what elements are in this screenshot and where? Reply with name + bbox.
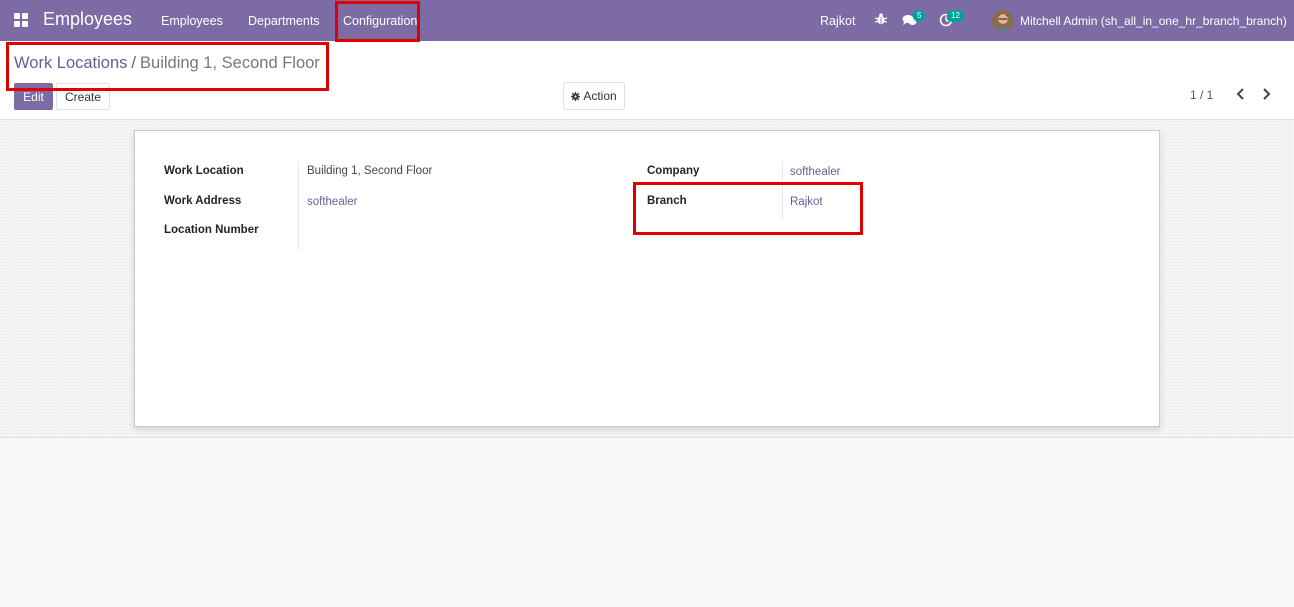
chevron-right-icon[interactable] xyxy=(1259,87,1273,101)
gear-icon xyxy=(571,91,581,101)
activity-count-badge: 12 xyxy=(947,10,964,22)
work-location-label: Work Location xyxy=(164,165,244,177)
app-title[interactable]: Employees xyxy=(43,9,132,30)
work-address-label: Work Address xyxy=(164,195,242,207)
work-location-value: Building 1, Second Floor xyxy=(307,165,433,177)
menu-item-employees[interactable]: Employees xyxy=(161,14,223,28)
bug-icon[interactable] xyxy=(874,12,888,26)
chat-count-badge: 5 xyxy=(913,10,926,22)
location-number-label: Location Number xyxy=(164,224,259,236)
left-group-divider xyxy=(298,162,299,250)
top-navbar: Employees Employees Departments Configur… xyxy=(0,0,1294,41)
user-menu[interactable]: Mitchell Admin (sh_all_in_one_hr_branch_… xyxy=(1020,14,1287,28)
pager-value[interactable]: 1 / 1 xyxy=(1190,88,1213,102)
annotation-box-breadcrumb xyxy=(6,42,329,91)
apps-menu-icon[interactable] xyxy=(14,13,28,27)
branch-switcher[interactable]: Rajkot xyxy=(820,14,855,28)
chevron-left-icon[interactable] xyxy=(1234,87,1248,101)
work-address-link[interactable]: softhealer xyxy=(307,196,358,208)
user-avatar[interactable] xyxy=(992,10,1014,32)
action-button-label: Action xyxy=(583,89,617,103)
company-link[interactable]: softhealer xyxy=(790,166,841,178)
action-button[interactable]: Action xyxy=(563,82,625,110)
company-label: Company xyxy=(647,165,700,177)
menu-item-departments[interactable]: Departments xyxy=(248,14,320,28)
annotation-box-branch xyxy=(633,182,863,235)
annotation-box-configuration xyxy=(335,1,420,42)
